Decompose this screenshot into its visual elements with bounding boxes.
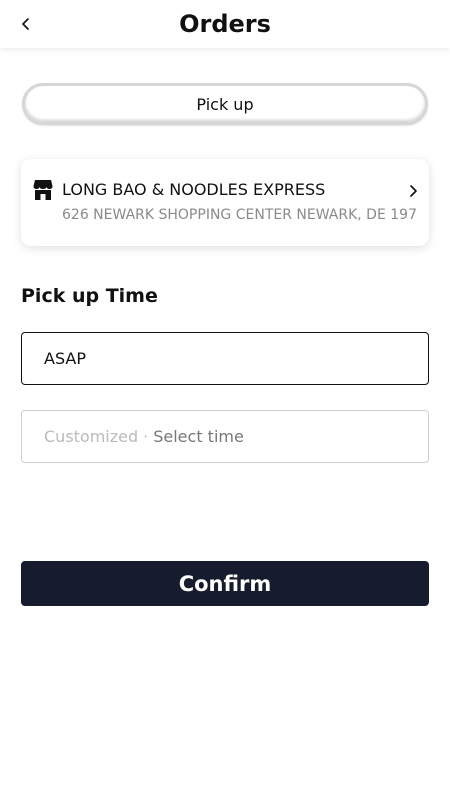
pickup-mode-button[interactable]: Pick up bbox=[27, 88, 423, 120]
asap-option[interactable]: ASAP bbox=[21, 332, 429, 385]
pickup-time-label: Pick up Time bbox=[21, 285, 158, 307]
asap-label: ASAP bbox=[44, 349, 86, 368]
customized-time-option[interactable]: Customized · Select time bbox=[21, 410, 429, 463]
confirm-button[interactable]: Confirm bbox=[21, 561, 429, 606]
store-icon bbox=[33, 180, 53, 200]
customized-label: Customized bbox=[44, 427, 139, 446]
select-time-label: Select time bbox=[153, 427, 244, 446]
order-mode-toggle: Pick up bbox=[22, 83, 428, 125]
separator-dot: · bbox=[143, 427, 149, 446]
top-app-bar: Orders bbox=[0, 0, 450, 48]
store-name: LONG BAO & NOODLES EXPRESS bbox=[62, 180, 326, 199]
store-address: 626 NEWARK SHOPPING CENTER NEWARK, DE 19… bbox=[62, 207, 416, 223]
store-card[interactable]: LONG BAO & NOODLES EXPRESS 626 NEWARK SH… bbox=[21, 159, 429, 246]
chevron-right-icon bbox=[410, 185, 417, 197]
page-title: Orders bbox=[179, 10, 271, 38]
